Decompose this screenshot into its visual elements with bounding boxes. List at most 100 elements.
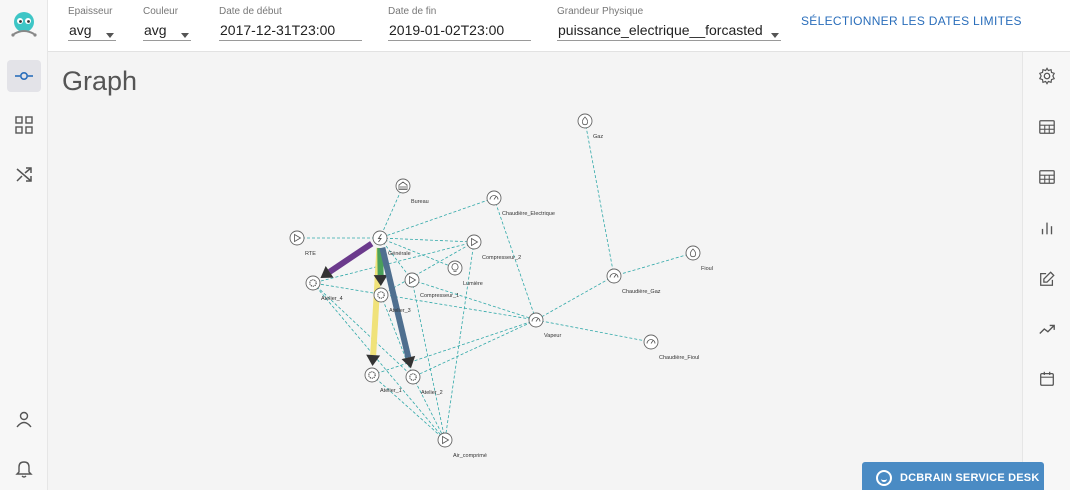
graph-node-atelier-2[interactable]: Atelier_2 (405, 369, 443, 396)
flow-arrow[interactable] (327, 241, 374, 275)
filter-toolbar: Epaisseur avg Couleur avg Date de début … (48, 0, 1070, 52)
end-date-input[interactable]: 2019-01-02T23:00 (388, 19, 531, 41)
start-date-input[interactable]: 2017-12-31T23:00 (219, 19, 362, 41)
graph-node-rte[interactable]: RTE (289, 230, 316, 257)
network-graph[interactable]: Gaz Bureau Chaudière_Electrique RTE Générale… (48, 52, 1022, 490)
graph-edge[interactable] (412, 376, 446, 441)
physical-quantity-value[interactable]: puissance_electrique__forcasted (557, 19, 781, 41)
node-label: RTE (305, 251, 316, 257)
calendar-icon (1040, 371, 1054, 386)
graph-node-atelier-4[interactable]: Atelier_4 (305, 275, 343, 302)
user-nav-button[interactable] (7, 403, 41, 435)
node-label: Atelier_3 (389, 308, 411, 314)
node-label: Gaz (593, 134, 603, 140)
help-icon (876, 470, 892, 486)
node-label: Air_comprimé (453, 453, 487, 459)
node-circle[interactable] (486, 190, 502, 206)
node-label: Atelier_2 (421, 390, 443, 396)
trend-icon (1039, 324, 1055, 334)
flows-layer (320, 241, 416, 369)
flow-arrowhead (401, 355, 416, 369)
graph-node-chaudiere-electrique[interactable]: Chaudière_Electrique (486, 190, 555, 217)
node-circle[interactable] (577, 113, 593, 129)
calendar-button[interactable] (1036, 368, 1058, 390)
graph-node-atelier-1[interactable]: Atelier_1 (364, 367, 402, 394)
node-circle[interactable] (289, 230, 305, 246)
graph-node-bureau[interactable]: Bureau (395, 178, 429, 205)
node-circle[interactable] (643, 334, 659, 350)
node-circle[interactable] (405, 369, 421, 385)
chevron-down-icon (771, 33, 779, 38)
graph-edge[interactable] (312, 241, 475, 284)
graph-node-chaudiere-fioul[interactable]: Chaudière_Fioul (643, 334, 699, 361)
graph-node-air-comprime[interactable]: Air_comprimé (437, 432, 487, 459)
graph-edge[interactable] (535, 275, 615, 321)
chevron-down-icon (106, 33, 114, 38)
graph-node-compresseur-2[interactable]: Compresseur_2 (466, 234, 521, 261)
end-date-label: Date de fin (388, 6, 437, 17)
color-select[interactable]: Couleur avg (143, 6, 191, 41)
graph-node-fioul[interactable]: Fioul (685, 245, 713, 272)
graph-edge[interactable] (379, 237, 475, 243)
node-label: Lumière (463, 281, 483, 287)
node-circle[interactable] (305, 275, 321, 291)
node-circle[interactable] (364, 367, 380, 383)
gear-icon (1038, 67, 1056, 85)
service-desk-label: DCBRAIN SERVICE DESK (900, 472, 1040, 484)
notifications-nav-button[interactable] (7, 452, 41, 484)
graph-edge[interactable] (371, 319, 537, 376)
color-label: Couleur (143, 6, 179, 17)
table-button-1[interactable] (1036, 116, 1058, 138)
graph-edge[interactable] (379, 197, 495, 239)
graph-edge[interactable] (371, 374, 446, 441)
table-button-2[interactable] (1036, 166, 1058, 188)
graph-node-chaudiere-gaz[interactable]: Chaudière_Gaz (606, 268, 661, 295)
node-label: Générale (388, 251, 411, 257)
physical-quantity-label: Grandeur Physique (557, 6, 644, 17)
bar-chart-icon (1041, 222, 1053, 235)
graph-edge[interactable] (412, 319, 537, 378)
commit-icon (15, 72, 33, 81)
node-circle[interactable] (685, 245, 701, 261)
service-desk-button[interactable]: DCBRAIN SERVICE DESK (862, 462, 1044, 490)
trend-button[interactable] (1036, 318, 1058, 340)
settings-button[interactable] (1036, 65, 1058, 87)
graph-node-compresseur-1[interactable]: Compresseur_1 (404, 272, 459, 299)
node-label: Vapeur (544, 333, 561, 339)
shuffle-nav-button[interactable] (7, 159, 41, 191)
graph-node-gaz[interactable]: Gaz (577, 113, 603, 140)
nodes-layer: Gaz Bureau Chaudière_Electrique RTE Générale… (289, 113, 713, 459)
start-date-field[interactable]: Date de début 2017-12-31T23:00 (219, 6, 362, 41)
node-circle[interactable] (528, 312, 544, 328)
graph-edge[interactable] (379, 185, 404, 239)
graph-nav-button[interactable] (7, 60, 41, 92)
table-icon (1039, 120, 1055, 134)
node-circle[interactable] (437, 432, 453, 448)
node-circle[interactable] (466, 234, 482, 250)
right-sidebar (1022, 52, 1070, 490)
node-label: Compresseur_1 (420, 293, 459, 299)
graph-node-lumiere[interactable]: Lumière (447, 260, 483, 287)
graph-node-vapeur[interactable]: Vapeur (528, 312, 561, 339)
node-circle[interactable] (606, 268, 622, 284)
graph-edge[interactable] (613, 252, 694, 277)
edit-button[interactable] (1036, 268, 1058, 290)
node-circle[interactable] (373, 287, 389, 303)
node-circle[interactable] (372, 230, 388, 246)
physical-quantity-select[interactable]: Grandeur Physique puissance_electrique__… (557, 6, 781, 41)
node-label: Atelier_1 (380, 388, 402, 394)
node-circle[interactable] (404, 272, 420, 288)
end-date-field[interactable]: Date de fin 2019-01-02T23:00 (388, 6, 531, 41)
flow-arrow[interactable] (379, 247, 412, 359)
node-label: Chaudière_Gaz (622, 289, 661, 295)
edit-icon (1040, 271, 1055, 286)
grid-icon (15, 116, 33, 134)
main-panel: Gaz Bureau Chaudière_Electrique RTE Générale… (48, 52, 1022, 490)
dashboard-nav-button[interactable] (7, 109, 41, 141)
select-limit-dates-button[interactable]: SÉLECTIONNER LES DATES LIMITES (801, 14, 1022, 28)
bar-chart-button[interactable] (1036, 217, 1058, 239)
logo-icon[interactable] (6, 6, 42, 42)
thickness-select[interactable]: Epaisseur avg (68, 6, 116, 41)
graph-edge[interactable] (584, 120, 615, 277)
node-label: Fioul (701, 266, 713, 272)
